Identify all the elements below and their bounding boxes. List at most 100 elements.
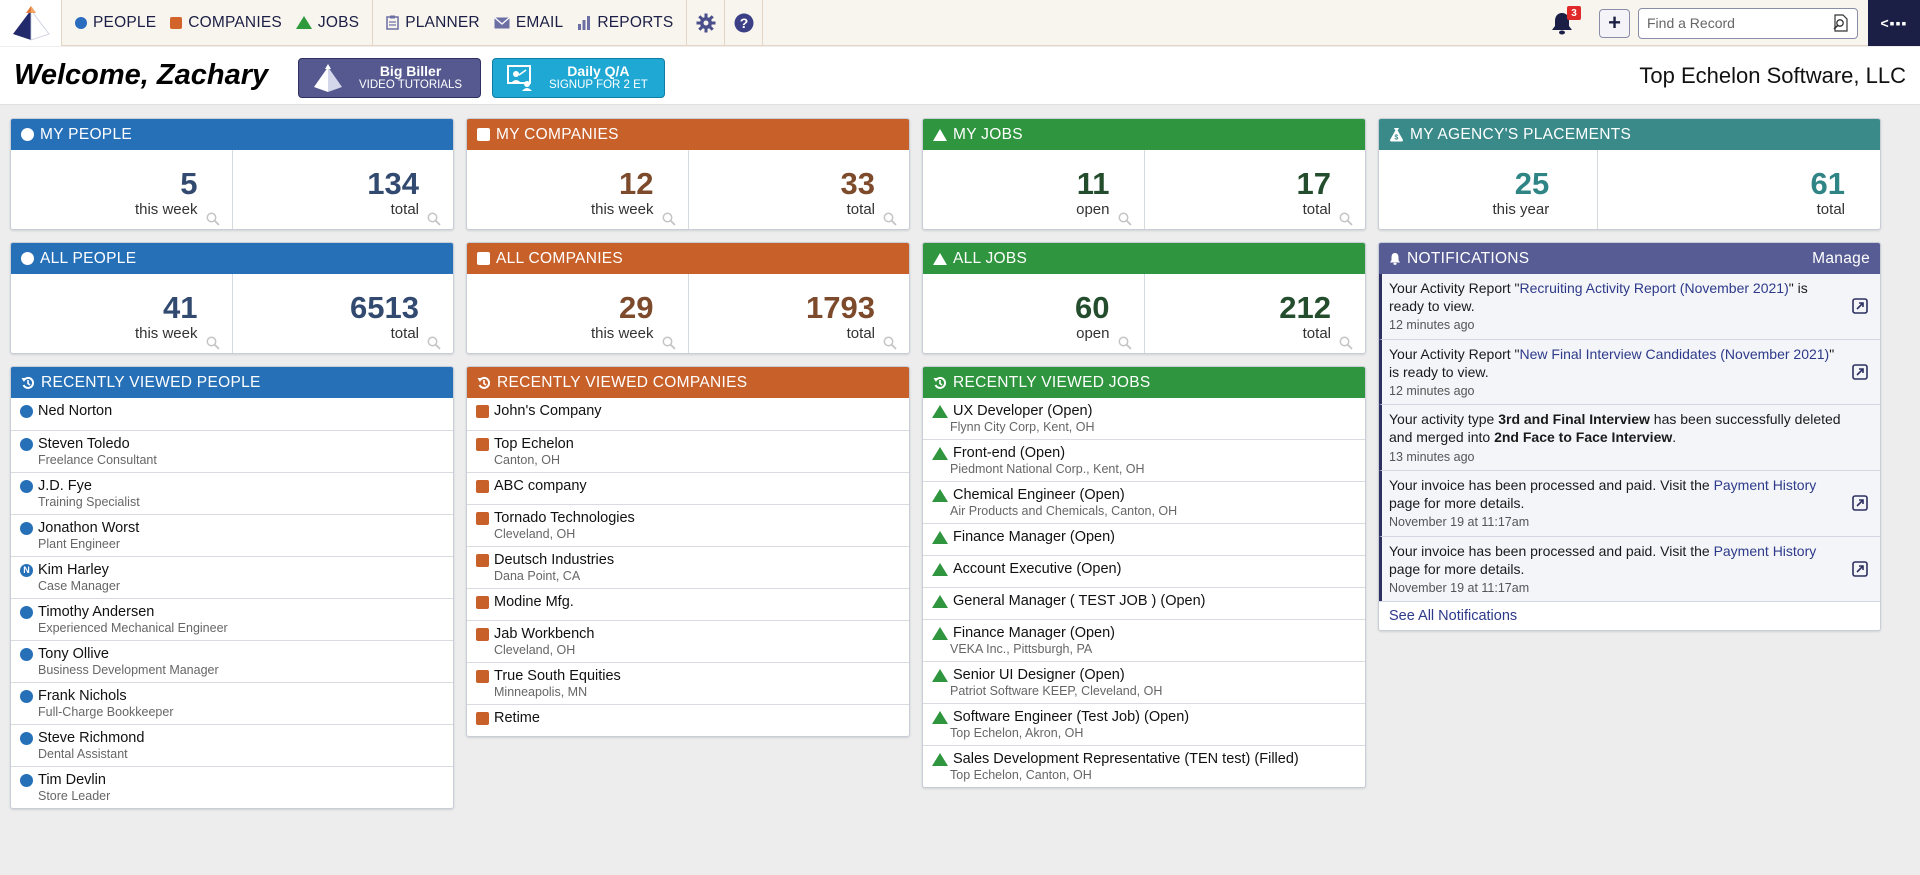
person-list-item[interactable]: Tony Ollive Business Development Manager (11, 640, 453, 682)
external-link-icon[interactable] (1852, 561, 1868, 577)
notification-text-prefix: Your activity type (1389, 411, 1499, 428)
my-companies-this-week[interactable]: 12 this week (467, 150, 688, 229)
external-link-icon[interactable] (1852, 364, 1868, 380)
big-biller-button[interactable]: Big Biller VIDEO TUTORIALS (298, 58, 481, 98)
job-list-item[interactable]: Chemical Engineer (Open) Air Products and… (923, 481, 1365, 523)
company-list-item[interactable]: Retime (467, 704, 909, 736)
notification-link[interactable]: Payment History (1714, 543, 1817, 559)
find-record-input[interactable] (1647, 15, 1831, 31)
list-item-name: Timothy Andersen (38, 604, 155, 620)
nav-reports[interactable]: REPORTS (570, 0, 680, 45)
job-list-item[interactable]: Sales Development Representative (TEN te… (923, 745, 1365, 787)
company-list-item[interactable]: Jab Workbench Cleveland, OH (467, 620, 909, 662)
companies-square-icon (477, 128, 490, 141)
recent-people-header: RECENTLY VIEWED PEOPLE (11, 367, 453, 398)
help-button[interactable]: ? (725, 0, 764, 46)
settings-button[interactable] (687, 0, 726, 46)
list-item-name: Front-end (Open) (953, 445, 1066, 461)
list-item-main: Modine Mfg. (476, 594, 899, 610)
list-item-main: Jonathon Worst (20, 520, 443, 536)
company-square-icon (476, 479, 489, 493)
list-item-subtitle: Freelance Consultant (38, 453, 157, 467)
my-jobs-total[interactable]: 17 total (1143, 150, 1366, 229)
notifications-header: NOTIFICATIONS Manage (1379, 243, 1880, 274)
person-list-item[interactable]: Tim Devlin Store Leader (11, 766, 453, 808)
company-list-item[interactable]: Modine Mfg. (467, 588, 909, 620)
nav-jobs[interactable]: JOBS (289, 0, 366, 45)
placements-this-year[interactable]: 25 this year (1379, 150, 1597, 229)
person-dot-icon (20, 404, 33, 418)
job-list-item[interactable]: Finance Manager (Open) VEKA Inc., Pittsbu… (923, 619, 1365, 661)
job-list-item[interactable]: Front-end (Open) Piedmont National Corp.,… (923, 439, 1365, 481)
notification-link[interactable]: Payment History (1714, 477, 1817, 493)
job-triangle-icon (932, 668, 948, 682)
person-dot-icon (20, 605, 33, 619)
person-list-item[interactable]: Ned Norton (11, 398, 453, 430)
notification-link[interactable]: New Final Interview Candidates (November… (1520, 346, 1830, 362)
add-record-button[interactable]: + (1599, 8, 1630, 38)
placements-total[interactable]: 61 total (1597, 150, 1880, 229)
search-icon[interactable] (1831, 14, 1849, 32)
all-people-this-week[interactable]: 41 this week (11, 274, 232, 353)
job-list-item[interactable]: General Manager ( TEST JOB ) (Open) (923, 587, 1365, 619)
daily-qa-button[interactable]: Daily Q/A SIGNUP FOR 2 ET (492, 58, 665, 98)
my-people-total[interactable]: 134 total (231, 150, 454, 229)
all-companies-this-week[interactable]: 29 this week (467, 274, 688, 353)
job-list-item[interactable]: UX Developer (Open) Flynn City Corp, Kent… (923, 398, 1365, 439)
my-companies-total[interactable]: 33 total (687, 150, 910, 229)
stat-value: 5 (180, 166, 198, 201)
all-companies-total[interactable]: 1793 total (687, 274, 910, 353)
external-link-icon[interactable] (1852, 495, 1868, 511)
app-logo[interactable] (0, 0, 62, 46)
daily-qa-subtitle: SIGNUP FOR 2 ET (549, 79, 648, 92)
nav-people-label: PEOPLE (93, 13, 157, 31)
nav-planner[interactable]: PLANNER (379, 0, 487, 45)
people-dot-icon (75, 16, 87, 29)
job-list-item[interactable]: Finance Manager (Open) (923, 523, 1365, 555)
person-dot-icon (20, 479, 33, 493)
see-all-notifications-link[interactable]: See All Notifications (1379, 601, 1880, 631)
person-list-item[interactable]: Frank Nichols Full-Charge Bookkeeper (11, 682, 453, 724)
company-list-item[interactable]: John's Company (467, 398, 909, 430)
nav-companies[interactable]: COMPANIES (163, 0, 289, 45)
all-jobs-total[interactable]: 212 total (1143, 274, 1366, 353)
person-list-item[interactable]: Timothy Andersen Experienced Mechanical E… (11, 598, 453, 640)
job-list-item[interactable]: Account Executive (Open) (923, 555, 1365, 587)
company-list-item[interactable]: Deutsch Industries Dana Point, CA (467, 546, 909, 588)
stat-label: total (1816, 201, 1845, 218)
manage-notifications-link[interactable]: Manage (1812, 250, 1870, 268)
nav-email[interactable]: EMAIL (487, 0, 571, 45)
list-item-name: Modine Mfg. (494, 594, 574, 610)
recent-jobs-card: RECENTLY VIEWED JOBS UX Developer (Open)… (922, 366, 1366, 788)
job-list-item[interactable]: Senior UI Designer (Open) Patriot Softwar… (923, 661, 1365, 703)
person-list-item[interactable]: Steve Richmond Dental Assistant (11, 724, 453, 766)
my-people-header: MY PEOPLE (11, 119, 453, 150)
notification-text: Your invoice has been processed and paid… (1389, 476, 1846, 512)
sidebar-toggle-button[interactable]: <▪▪▪ (1868, 0, 1920, 46)
notification-link[interactable]: Recruiting Activity Report (November 202… (1520, 280, 1789, 296)
list-item-subtitle: Store Leader (38, 789, 111, 803)
welcome-bar: Welcome, Zachary Big Biller VIDEO TUTORI… (0, 47, 1920, 105)
company-list-item[interactable]: Tornado Technologies Cleveland, OH (467, 504, 909, 546)
email-icon (493, 16, 510, 28)
company-list-item[interactable]: Top Echelon Canton, OH (467, 430, 909, 472)
my-people-this-week[interactable]: 5 this week (11, 150, 232, 229)
companies-square-icon (477, 252, 490, 265)
notification-bold-text: 2nd Face to Face Interview (1494, 429, 1673, 446)
company-list-item[interactable]: ABC company (467, 472, 909, 504)
all-people-header: ALL PEOPLE (11, 243, 453, 274)
stat-label: open (1076, 201, 1110, 218)
notifications-bell[interactable]: 3 (1547, 6, 1581, 38)
recent-companies-list: John's Company Top Echelon Canton, OH ABC c… (467, 398, 909, 736)
external-link-icon[interactable] (1852, 298, 1868, 315)
job-list-item[interactable]: Software Engineer (Test Job) (Open) Top E… (923, 703, 1365, 745)
nav-people[interactable]: PEOPLE (68, 0, 163, 45)
person-list-item[interactable]: N Kim Harley Case Manager (11, 556, 453, 598)
person-list-item[interactable]: J.D. Fye Training Specialist (11, 472, 453, 514)
all-people-total[interactable]: 6513 total (231, 274, 454, 353)
all-jobs-open[interactable]: 60 open (923, 274, 1144, 353)
person-list-item[interactable]: Jonathon Worst Plant Engineer (11, 514, 453, 556)
my-jobs-open[interactable]: 11 open (923, 150, 1144, 229)
person-list-item[interactable]: Steven Toledo Freelance Consultant (11, 430, 453, 472)
company-list-item[interactable]: True South Equities Minneapolis, MN (467, 662, 909, 704)
